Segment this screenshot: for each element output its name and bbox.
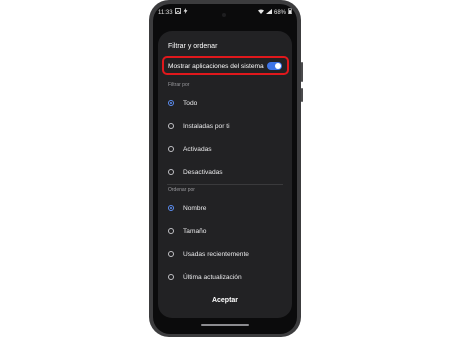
radio-unselected[interactable] xyxy=(168,123,174,129)
status-bar: 11:33 68% xyxy=(153,7,297,19)
radio-selected[interactable] xyxy=(168,205,174,211)
filter-option-todo[interactable]: Todo xyxy=(168,97,197,109)
status-time: 11:33 xyxy=(158,10,173,16)
sort-option-label: Tamaño xyxy=(183,227,207,235)
power-button xyxy=(301,88,303,102)
filter-option-label: Instaladas por ti xyxy=(183,122,230,130)
volume-button xyxy=(301,62,303,82)
signal-icon xyxy=(265,7,272,19)
sort-option-label: Última actualización xyxy=(183,273,242,281)
front-camera xyxy=(222,13,226,17)
radio-unselected[interactable] xyxy=(168,228,174,234)
filter-option-label: Activadas xyxy=(183,145,212,153)
image-icon xyxy=(174,7,181,19)
filter-option-enabled[interactable]: Activadas xyxy=(168,143,212,155)
sheet-title: Filtrar y ordenar xyxy=(168,43,218,50)
filter-sort-sheet: Filtrar y ordenar Mostrar aplicaciones d… xyxy=(158,31,292,318)
sort-option-recent[interactable]: Usadas recientemente xyxy=(168,248,249,260)
battery-icon xyxy=(288,7,292,19)
sort-option-name[interactable]: Nombre xyxy=(168,202,206,214)
home-indicator[interactable] xyxy=(201,324,249,326)
screen: 11:33 68% Filtrar y ordenar Mostrar apli… xyxy=(153,4,297,334)
sort-option-label: Usadas recientemente xyxy=(183,250,249,258)
radio-unselected[interactable] xyxy=(168,146,174,152)
sort-option-size[interactable]: Tamaño xyxy=(168,225,206,237)
show-system-apps-switch[interactable] xyxy=(267,62,282,70)
bolt-icon xyxy=(183,7,188,19)
sort-option-label: Nombre xyxy=(183,204,207,212)
radio-unselected[interactable] xyxy=(168,169,174,175)
filter-section-heading: Filtrar por xyxy=(168,82,190,88)
filter-option-label: Desactivadas xyxy=(183,168,223,176)
radio-unselected[interactable] xyxy=(168,274,174,280)
radio-unselected[interactable] xyxy=(168,251,174,257)
sort-option-last-update[interactable]: Última actualización xyxy=(168,271,242,283)
filter-option-label: Todo xyxy=(183,99,198,107)
filter-option-disabled[interactable]: Desactivadas xyxy=(168,166,223,178)
radio-selected[interactable] xyxy=(168,100,174,106)
filter-option-installed[interactable]: Instaladas por ti xyxy=(168,120,230,132)
wifi-icon xyxy=(257,7,264,19)
show-system-apps-row[interactable]: Mostrar aplicaciones del sistema xyxy=(162,56,289,75)
switch-knob xyxy=(275,63,281,69)
accept-button[interactable]: Aceptar xyxy=(158,297,292,304)
section-divider xyxy=(167,184,283,185)
sort-section-heading: Ordenar por xyxy=(168,187,195,193)
battery-text: 68% xyxy=(273,10,286,16)
show-system-apps-label: Mostrar aplicaciones del sistema xyxy=(168,63,264,70)
